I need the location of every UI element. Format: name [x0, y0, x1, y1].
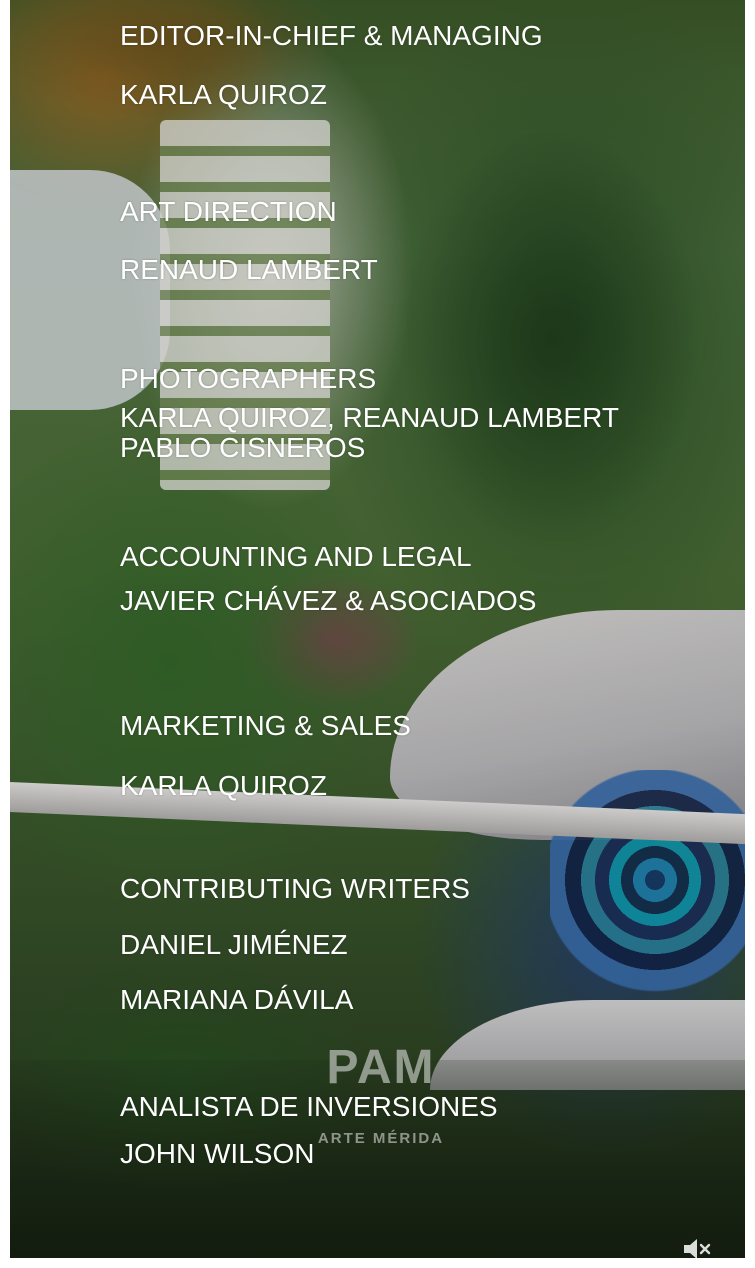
- credit-role: EDITOR-IN-CHIEF & MANAGING: [120, 20, 543, 51]
- credit-role: PHOTOGRAPHERS: [120, 363, 377, 394]
- credit-name: KARLA QUIROZ: [120, 770, 327, 801]
- credit-name: JOHN WILSON: [120, 1138, 315, 1169]
- speaker-muted-icon: [684, 1239, 711, 1259]
- credit-name: KARLA QUIROZ: [120, 79, 327, 110]
- credit-name: DANIEL JIMÉNEZ: [120, 929, 348, 960]
- credit-role: ACCOUNTING AND LEGAL: [120, 541, 472, 572]
- credit-role: MARKETING & SALES: [120, 710, 411, 741]
- credit-name: MARIANA DÁVILA: [120, 984, 354, 1015]
- credit-name: JAVIER CHÁVEZ & ASOCIADOS: [120, 585, 537, 616]
- credit-name: KARLA QUIROZ, REANAUD LAMBERT: [120, 402, 619, 433]
- page: PAM ARTE MÉRIDA EDITOR-IN-CHIEF & MANAGI…: [0, 0, 755, 1268]
- mute-button[interactable]: [680, 1236, 714, 1262]
- credit-name: PABLO CISNEROS: [120, 432, 366, 463]
- credit-role: CONTRIBUTING WRITERS: [120, 873, 470, 904]
- credit-role: ANALISTA DE INVERSIONES: [120, 1091, 498, 1122]
- credit-role: ART DIRECTION: [120, 196, 337, 227]
- credits-list: EDITOR-IN-CHIEF & MANAGING KARLA QUIROZ …: [120, 0, 740, 1258]
- credit-name: RENAUD LAMBERT: [120, 254, 378, 285]
